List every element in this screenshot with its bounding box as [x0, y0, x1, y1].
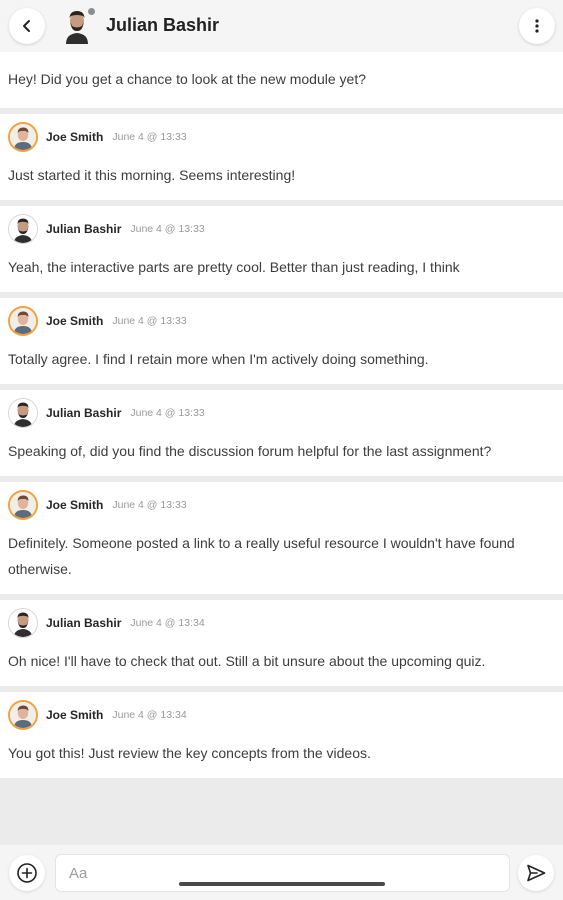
message-timestamp: June 4 @ 13:33	[112, 499, 187, 511]
home-indicator	[179, 882, 385, 886]
joe-avatar[interactable]	[8, 490, 38, 520]
author-name: Julian Bashir	[46, 222, 122, 236]
message-card: Julian Bashir June 4 @ 13:33 Speaking of…	[0, 390, 563, 476]
back-button[interactable]	[9, 8, 45, 44]
chat-header: Julian Bashir	[0, 0, 563, 52]
more-vertical-icon	[535, 19, 539, 33]
joe-avatar[interactable]	[8, 306, 38, 336]
first-message: Hey! Did you get a chance to look at the…	[0, 52, 563, 108]
message-card: Joe Smith June 4 @ 13:33 Definitely. Som…	[0, 482, 563, 594]
attach-button[interactable]	[9, 855, 45, 891]
message-timestamp: June 4 @ 13:33	[112, 315, 187, 327]
add-circle-icon	[17, 863, 37, 883]
julian-avatar[interactable]	[8, 608, 38, 638]
more-options-button[interactable]	[519, 8, 555, 44]
author-name: Joe Smith	[46, 498, 104, 512]
message-card: Joe Smith June 4 @ 13:34 You got this! J…	[0, 692, 563, 778]
page-title: Julian Bashir	[106, 15, 220, 35]
presence-indicator	[87, 7, 96, 16]
message-card: Joe Smith June 4 @ 13:33 Totally agree. …	[0, 298, 563, 384]
message-text: Speaking of, did you find the discussion…	[8, 443, 492, 459]
send-button[interactable]	[518, 855, 554, 891]
julian-avatar[interactable]	[8, 214, 38, 244]
chevron-left-icon	[23, 20, 30, 32]
author-name: Joe Smith	[46, 314, 104, 328]
author-name: Julian Bashir	[46, 616, 122, 630]
message-feed[interactable]: Hey! Did you get a chance to look at the…	[0, 52, 563, 784]
julian-avatar[interactable]	[8, 398, 38, 428]
author-name: Julian Bashir	[46, 406, 122, 420]
message-text: Oh nice! I'll have to check that out. St…	[8, 653, 486, 669]
message-timestamp: June 4 @ 13:34	[112, 709, 187, 721]
joe-avatar[interactable]	[8, 700, 38, 730]
message-card: Julian Bashir June 4 @ 13:34 Oh nice! I'…	[0, 600, 563, 686]
message-composer	[0, 845, 563, 900]
send-icon	[527, 864, 546, 882]
message-text: Definitely. Someone posted a link to a r…	[8, 535, 515, 577]
message-timestamp: June 4 @ 13:34	[130, 617, 205, 629]
message-card: Joe Smith June 4 @ 13:33 Just started it…	[0, 114, 563, 200]
message-card: Julian Bashir June 4 @ 13:33 Yeah, the i…	[0, 206, 563, 292]
message-text: You got this! Just review the key concep…	[8, 745, 371, 761]
message-text: Yeah, the interactive parts are pretty c…	[8, 259, 460, 275]
message-text: Just started it this morning. Seems inte…	[8, 167, 296, 183]
message-timestamp: June 4 @ 13:33	[130, 223, 205, 235]
message-timestamp: June 4 @ 13:33	[112, 131, 187, 143]
message-text: Totally agree. I find I retain more when…	[8, 351, 429, 367]
author-name: Joe Smith	[46, 708, 104, 722]
message-timestamp: June 4 @ 13:33	[130, 407, 205, 419]
author-name: Joe Smith	[46, 130, 104, 144]
joe-avatar[interactable]	[8, 122, 38, 152]
message-input[interactable]	[55, 854, 510, 892]
